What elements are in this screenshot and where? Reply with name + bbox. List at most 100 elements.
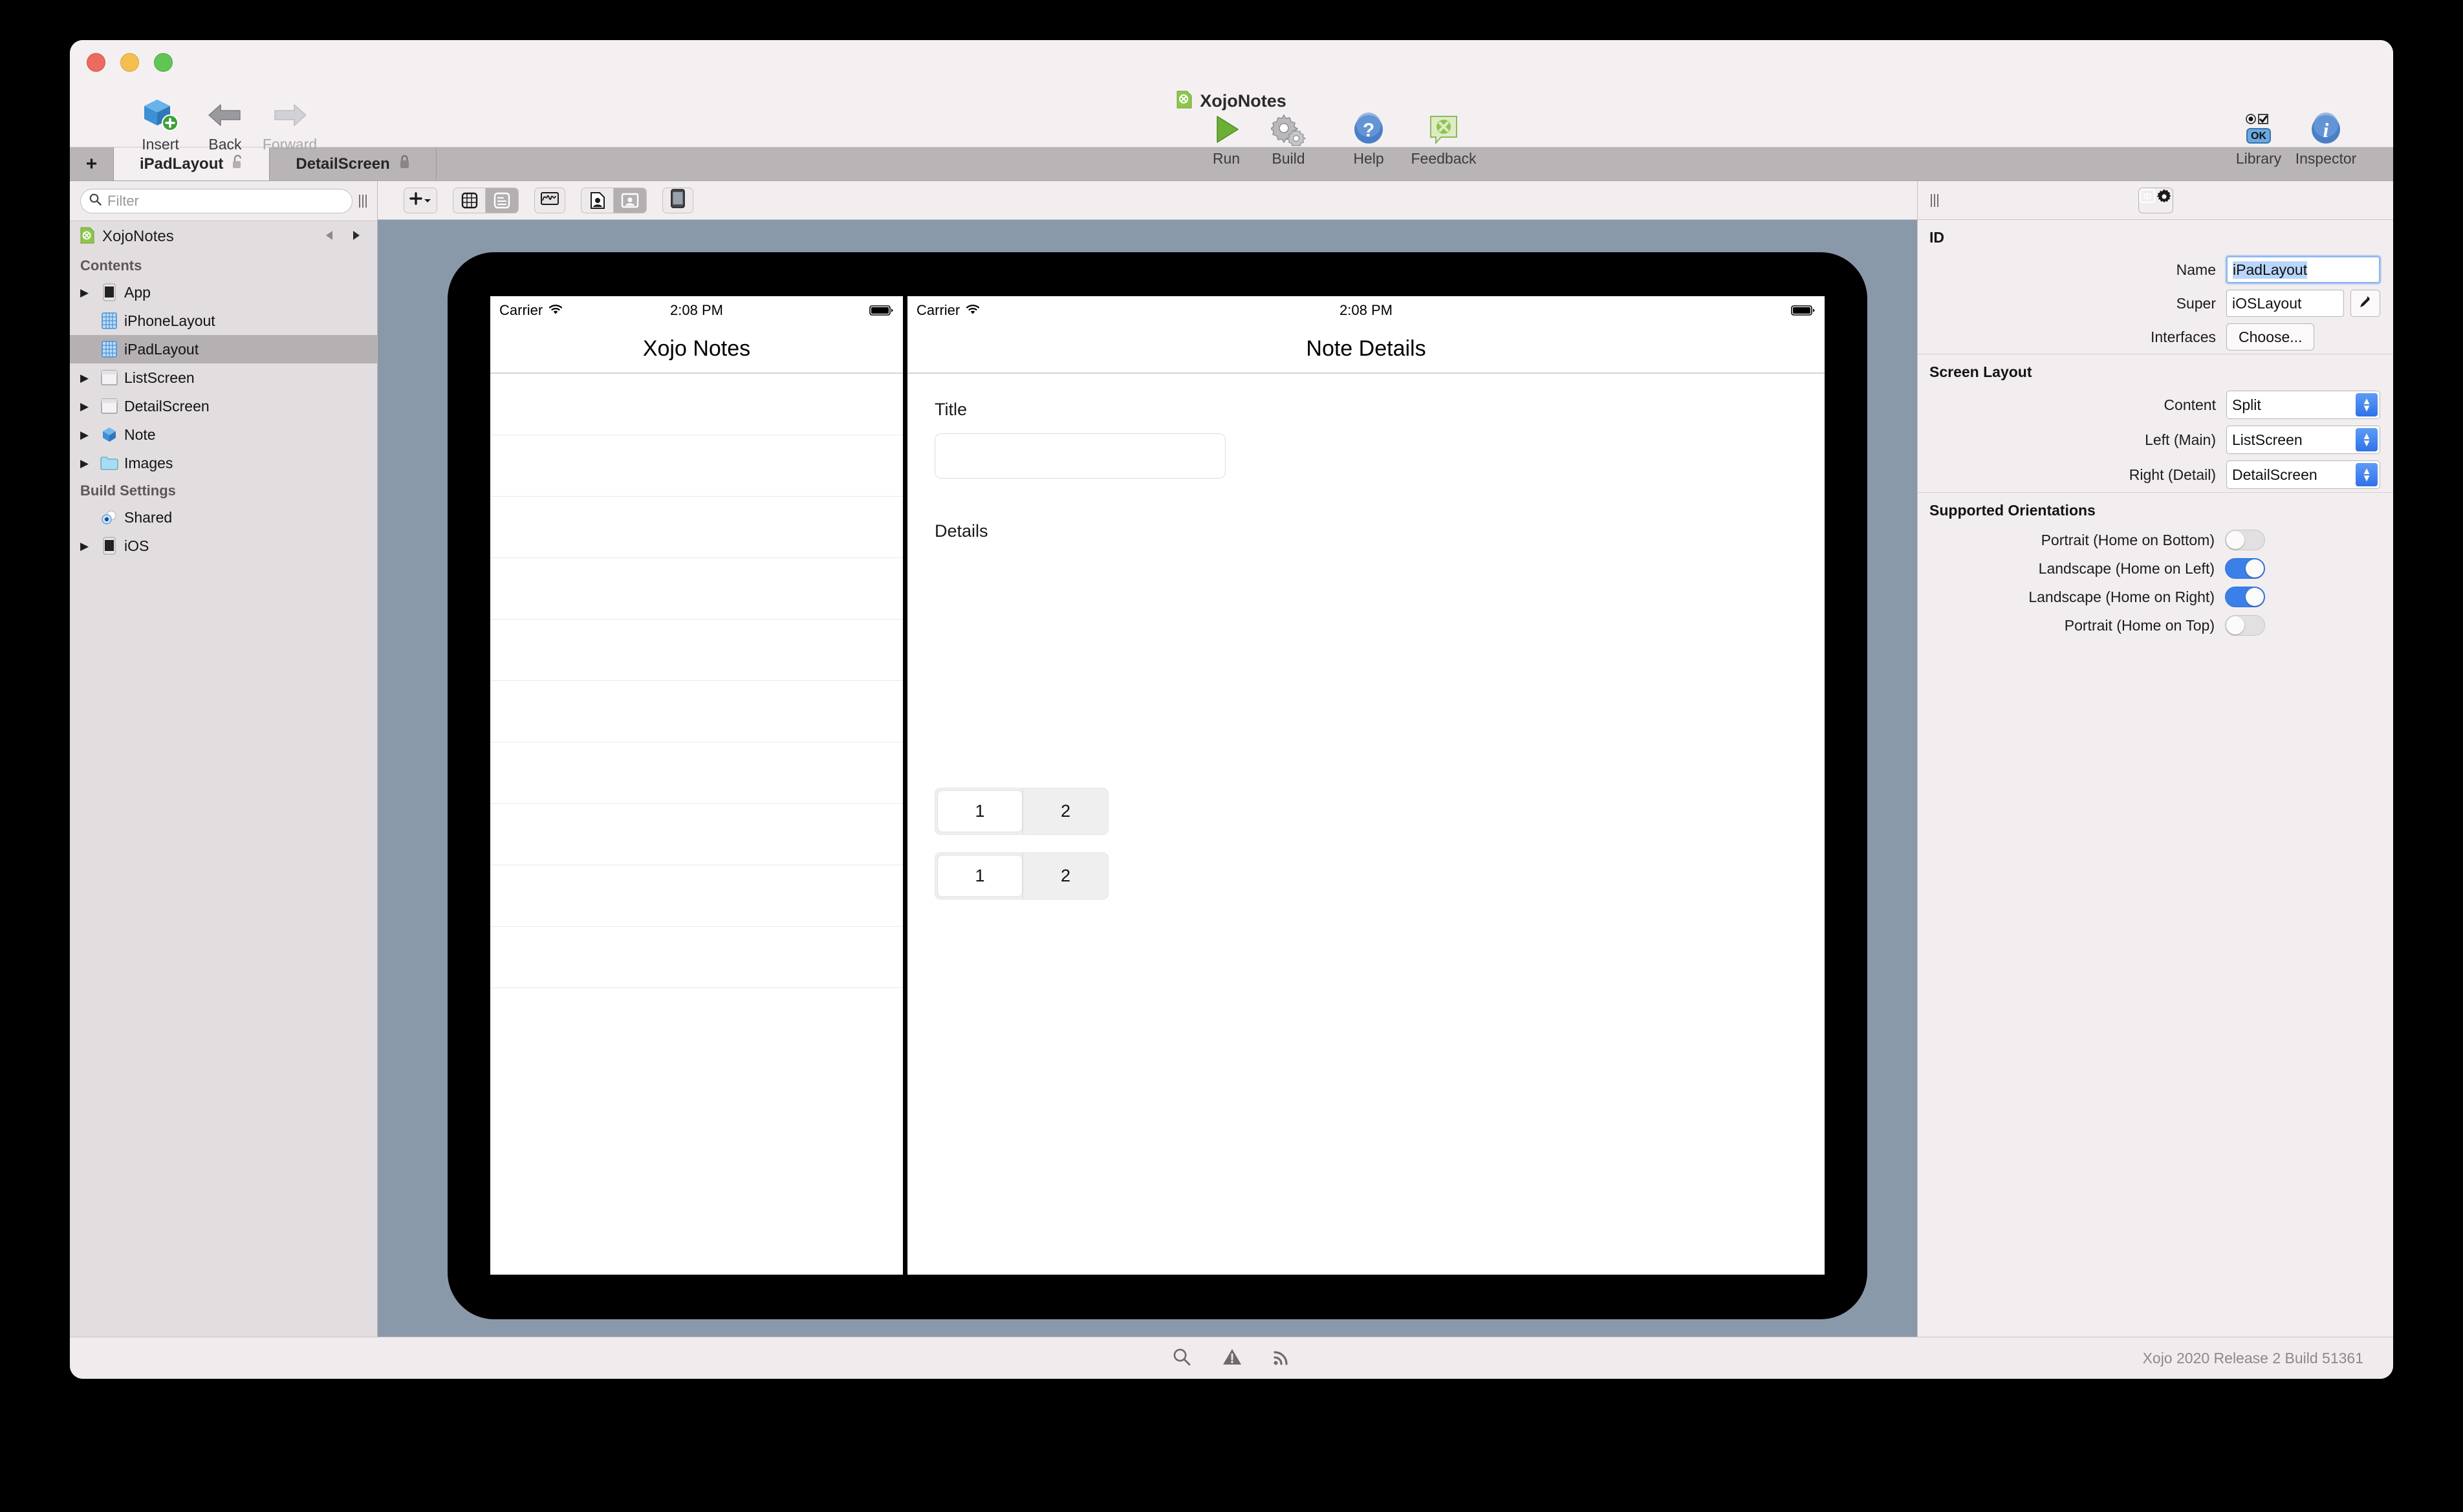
table-row[interactable] <box>490 804 903 865</box>
landscape-right-toggle[interactable] <box>2225 587 2265 607</box>
inspector-button[interactable]: i Inspector <box>2295 110 2357 166</box>
help-button[interactable]: ? Help <box>1338 110 1400 166</box>
portrait-top-toggle[interactable] <box>2225 615 2265 636</box>
segmented-control-1[interactable]: 1 2 <box>935 788 1109 835</box>
inspector-row-super: Super iOSLayout <box>1918 286 2393 320</box>
sidebar-item-listscreen[interactable]: ▶ ListScreen <box>70 363 377 392</box>
super-field-label: Super <box>2176 294 2216 312</box>
sidebar-item-shared[interactable]: ▶ Shared <box>70 503 377 532</box>
title-textfield[interactable] <box>935 433 1226 479</box>
navigator-resize-grip[interactable] <box>359 194 367 208</box>
search-icon[interactable] <box>1172 1347 1191 1370</box>
sidebar-item-note[interactable]: ▶ Note <box>70 420 377 449</box>
view-mode-segment[interactable] <box>453 187 519 213</box>
list-view-icon[interactable] <box>486 188 518 213</box>
sidebar-item-images-label: Images <box>124 454 173 471</box>
segment-2-option-1[interactable]: 1 <box>937 855 1023 897</box>
new-tab-button[interactable]: + <box>70 147 114 180</box>
landscape-left-toggle[interactable] <box>2225 558 2265 579</box>
window-title: XojoNotes <box>70 91 2393 112</box>
forward-button[interactable]: Forward <box>259 96 321 152</box>
table-row[interactable] <box>490 497 903 558</box>
segment-1-option-2[interactable]: 2 <box>1023 788 1108 834</box>
segment-2-option-2[interactable]: 2 <box>1023 853 1108 899</box>
super-field[interactable]: iOSLayout <box>2226 290 2344 317</box>
detailscreen-pane[interactable]: Carrier 2:08 PM Note Details Title Detai… <box>907 296 1825 1275</box>
zoom-window-button[interactable] <box>154 53 173 72</box>
inspector-resize-grip[interactable] <box>1931 193 1938 207</box>
waveform-button[interactable] <box>534 187 565 213</box>
inspector-tab-segment[interactable]: ID <box>2138 187 2173 213</box>
feedback-button[interactable]: Feedback <box>1411 110 1477 166</box>
inspector-toolbar: ID <box>1918 181 2393 220</box>
gear-icon[interactable] <box>2156 188 2173 213</box>
portrait-bottom-toggle[interactable] <box>2225 530 2265 550</box>
build-button[interactable]: Build <box>1257 110 1319 166</box>
close-window-button[interactable] <box>87 53 105 72</box>
carrier-group: Carrier <box>499 302 563 319</box>
sidebar-item-ipadlayout[interactable]: ▶ iPadLayout <box>70 335 377 363</box>
sidebar-item-images[interactable]: ▶ Images <box>70 449 377 477</box>
listscreen-pane[interactable]: Carrier 2:08 PM Xojo Notes <box>490 296 907 1275</box>
back-button[interactable]: Back <box>194 96 256 152</box>
insert-button[interactable]: Insert <box>129 96 191 152</box>
nav-forward-icon[interactable] <box>351 230 362 244</box>
orientation-row-landscape-left: Landscape (Home on Left) <box>1918 554 2393 583</box>
table-row[interactable] <box>490 620 903 681</box>
document-person-icon[interactable] <box>581 188 614 213</box>
nav-back-icon[interactable] <box>324 230 334 244</box>
navigator-project-header[interactable]: XojoNotes <box>70 221 377 252</box>
edit-super-button[interactable] <box>2350 290 2380 317</box>
search-input[interactable]: Filter <box>80 188 353 213</box>
super-field-value: iOSLayout <box>2232 294 2302 312</box>
notes-table[interactable] <box>490 374 903 988</box>
sidebar-item-iphonelayout[interactable]: ▶ iPhoneLayout <box>70 307 377 335</box>
table-row[interactable] <box>490 558 903 620</box>
sidebar-item-ipadlayout-label: iPadLayout <box>124 340 199 358</box>
sidebar-item-ios[interactable]: ▶ iOS <box>70 532 377 560</box>
left-main-popup[interactable]: ListScreen ▲ ▼ <box>2226 426 2380 454</box>
broadcast-icon[interactable] <box>1273 1348 1291 1369</box>
image-person-icon[interactable] <box>614 188 646 213</box>
design-canvas[interactable]: Carrier 2:08 PM Xojo Notes Carrier 2:08 … <box>378 220 1917 1337</box>
run-button[interactable]: Run <box>1195 110 1257 166</box>
disclosure-triangle-icon[interactable]: ▶ <box>80 429 94 440</box>
segmented-control-2[interactable]: 1 2 <box>935 852 1109 900</box>
disclosure-triangle-icon[interactable]: ▶ <box>80 541 94 552</box>
disclosure-triangle-icon[interactable]: ▶ <box>80 287 94 298</box>
chevron-down-icon <box>424 195 431 206</box>
minimize-window-button[interactable] <box>120 53 139 72</box>
tab-id-icon[interactable]: ID <box>2139 188 2156 213</box>
table-row[interactable] <box>490 927 903 988</box>
sidebar-item-detailscreen[interactable]: ▶ DetailScreen <box>70 392 377 420</box>
add-control-button[interactable] <box>404 187 437 213</box>
locked-icon[interactable] <box>399 155 410 173</box>
unlocked-icon[interactable] <box>232 155 243 173</box>
segment-1-option-1[interactable]: 1 <box>937 790 1023 832</box>
table-row[interactable] <box>490 865 903 927</box>
sidebar-item-shared-label: Shared <box>124 508 173 526</box>
content-popup[interactable]: Split ▲ ▼ <box>2226 391 2380 419</box>
title-label[interactable]: Title <box>935 400 967 420</box>
table-row[interactable] <box>490 681 903 742</box>
name-field[interactable]: iPadLayout <box>2226 256 2380 283</box>
disclosure-triangle-icon[interactable]: ▶ <box>80 401 94 412</box>
sidebar-item-app[interactable]: ▶ App <box>70 278 377 307</box>
table-row[interactable] <box>490 742 903 804</box>
asset-segment[interactable] <box>581 187 647 213</box>
table-row[interactable] <box>490 435 903 497</box>
device-preview-button[interactable] <box>662 187 693 213</box>
grid-view-icon[interactable] <box>453 188 486 213</box>
device-icon <box>671 189 685 211</box>
details-label[interactable]: Details <box>935 521 988 541</box>
table-row[interactable] <box>490 374 903 435</box>
inspector-row-left-main: Left (Main) ListScreen ▲ ▼ <box>1918 422 2393 457</box>
library-button[interactable]: OK Library <box>2228 110 2290 166</box>
choose-interfaces-button[interactable]: Choose... <box>2226 323 2315 351</box>
disclosure-triangle-icon[interactable]: ▶ <box>80 373 94 383</box>
right-detail-popup[interactable]: DetailScreen ▲ ▼ <box>2226 460 2380 489</box>
screen-icon <box>100 396 119 416</box>
disclosure-triangle-icon[interactable]: ▶ <box>80 458 94 469</box>
tab-ipadlayout[interactable]: iPadLayout <box>114 147 270 180</box>
warning-icon[interactable] <box>1222 1348 1242 1369</box>
